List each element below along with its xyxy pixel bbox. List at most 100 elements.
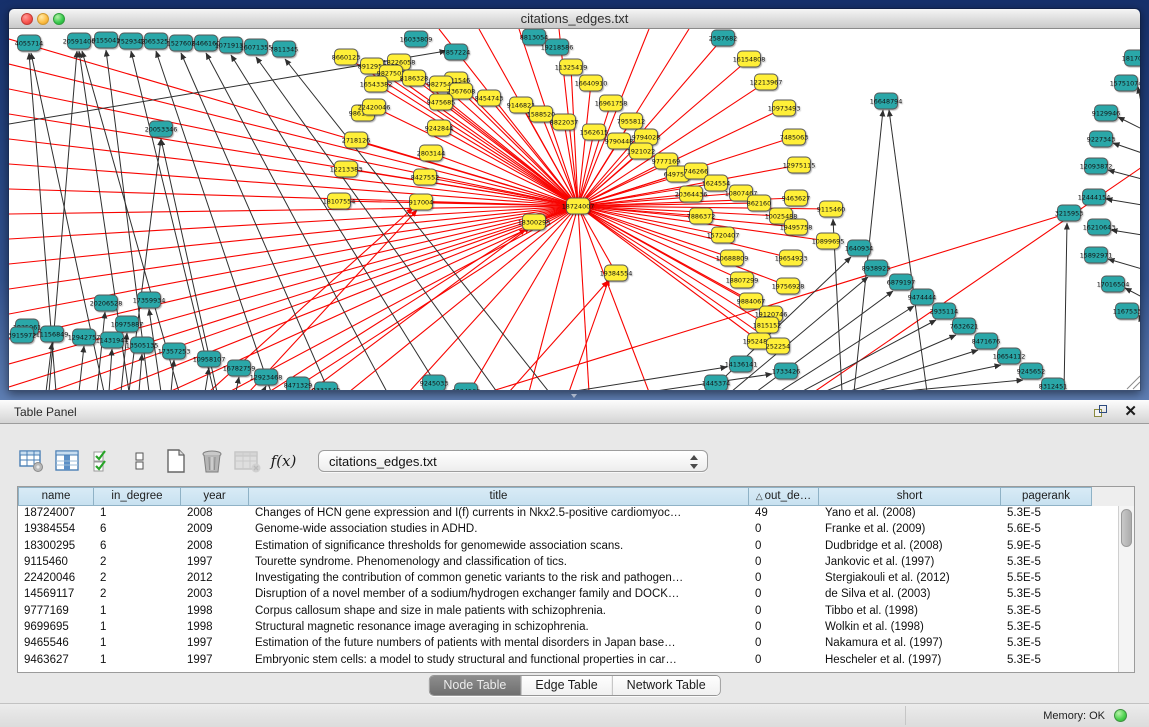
graph-node[interactable]: 16640910	[575, 75, 608, 91]
graph-node[interactable]: 12093872	[1080, 158, 1113, 174]
show-columns-icon[interactable]	[54, 448, 81, 475]
graph-node[interactable]: 8186328	[400, 70, 428, 86]
resize-grip-icon[interactable]	[1127, 376, 1140, 389]
graph-node[interactable]: 13505135	[126, 337, 159, 353]
graph-node[interactable]: 12975115	[783, 157, 816, 173]
graph-node[interactable]: 16543382	[360, 76, 393, 92]
graph-node[interactable]: 9245033	[420, 375, 448, 390]
column-header-name[interactable]: name	[18, 487, 94, 506]
graph-node[interactable]: 16210643	[1083, 219, 1116, 235]
graph-node[interactable]: 252254	[766, 338, 790, 354]
graph-node[interactable]: 9242844	[425, 120, 453, 136]
graph-node[interactable]: 16033809	[400, 31, 433, 47]
graph-node[interactable]: 8938923	[862, 260, 890, 276]
graph-node[interactable]: 22420046	[358, 99, 391, 115]
graph-node[interactable]: 6879197	[887, 274, 915, 290]
graph-node[interactable]: 746266	[684, 163, 708, 179]
graph-node[interactable]: 16648794	[870, 93, 903, 109]
graph-node[interactable]: 1445374	[702, 375, 730, 390]
table-row[interactable]: 2242004622012Investigating the contribut…	[18, 571, 1118, 587]
table-row[interactable]: 1830029562008Estimation of significance …	[18, 539, 1118, 555]
graph-node[interactable]: 19654923	[775, 250, 808, 266]
graph-node[interactable]: 15751074	[1110, 75, 1140, 91]
graph-node[interactable]: 7886372	[687, 208, 715, 224]
graph-node[interactable]: 20053346	[145, 121, 178, 137]
table-row[interactable]: 969969511998Structural magnetic resonanc…	[18, 620, 1118, 636]
graph-node[interactable]: 9463627	[782, 190, 810, 206]
graph-node[interactable]: 7811345	[270, 41, 298, 57]
graph-node[interactable]: 9331542	[312, 382, 340, 390]
column-header-title[interactable]: title	[249, 487, 749, 506]
graph-node[interactable]: 18807299	[726, 272, 759, 288]
graph-node[interactable]: 18107554	[323, 193, 356, 209]
graph-node[interactable]: 9475685	[427, 94, 455, 110]
table-row[interactable]: 1456911722003Disruption of a novel membe…	[18, 587, 1118, 603]
network-canvas[interactable]: 4055714205914069155041752934210653257152…	[9, 29, 1140, 390]
graph-node[interactable]: 7857224	[442, 44, 470, 60]
graph-node[interactable]: 9129946	[1092, 105, 1120, 121]
graph-node[interactable]: 1817054	[1122, 50, 1140, 66]
graph-node[interactable]: 2587682	[709, 30, 737, 46]
table-row[interactable]: 1872400712008Changes of HCN gene express…	[18, 506, 1118, 522]
graph-node[interactable]: 19218586	[541, 39, 574, 55]
row-options-icon[interactable]	[126, 448, 153, 475]
graph-node[interactable]: 8660123	[332, 49, 360, 65]
graph-node[interactable]: 917004	[409, 194, 433, 210]
column-header-out_de[interactable]: △out_de…	[749, 487, 819, 506]
graph-node[interactable]: 10958107	[193, 351, 226, 367]
graph-node[interactable]: 862160	[747, 195, 771, 211]
graph-node[interactable]: 8471329	[284, 377, 312, 390]
graph-node[interactable]: 20364436	[675, 186, 708, 202]
graph-node[interactable]: 9474444	[908, 289, 936, 305]
graph-node[interactable]: 15892971	[1080, 247, 1113, 263]
graph-node[interactable]: 12923468	[250, 369, 283, 385]
table-row[interactable]: 1938455462009Genome-wide association stu…	[18, 522, 1118, 538]
column-header-short[interactable]: short	[819, 487, 1001, 506]
column-header-in_degree[interactable]: in_degree	[94, 487, 181, 506]
graph-node[interactable]: 17359934	[133, 292, 166, 308]
graph-node[interactable]: 16154808	[733, 51, 766, 67]
graph-node[interactable]: 2935114	[930, 303, 958, 319]
graph-node[interactable]: 9115460	[817, 201, 845, 217]
graph-node[interactable]: 18724007	[562, 198, 595, 214]
graph-node[interactable]: 1733426	[772, 363, 800, 379]
graph-node[interactable]: 4055714	[15, 35, 43, 51]
table-row[interactable]: 946554611997Estimation of the future num…	[18, 636, 1118, 652]
graph-node[interactable]: 18300295	[518, 214, 551, 230]
delete-columns-trash-icon[interactable]	[198, 448, 225, 475]
graph-node[interactable]: 1815152	[753, 317, 781, 333]
graph-node[interactable]: 10688809	[716, 250, 749, 266]
create-new-column-icon[interactable]	[162, 448, 189, 475]
graph-node[interactable]: 20206528	[90, 295, 123, 311]
graph-node[interactable]: 8427552	[411, 169, 439, 185]
graph-node[interactable]: 7955812	[617, 113, 645, 129]
graph-node[interactable]: 8822037	[550, 114, 578, 130]
table-settings-icon[interactable]	[18, 448, 45, 475]
graph-node[interactable]: 19756928	[772, 278, 805, 294]
graph-node[interactable]: 7632621	[950, 318, 978, 334]
tab-edge-table[interactable]: Edge Table	[520, 676, 611, 695]
graph-node[interactable]: 1167533	[1113, 303, 1140, 319]
graph-node[interactable]: 7485063	[780, 129, 808, 145]
graph-node[interactable]: 15720407	[707, 227, 740, 243]
tab-node-table[interactable]: Node Table	[429, 676, 520, 695]
table-row[interactable]: 977716911998Corpus callosum shape and si…	[18, 604, 1118, 620]
graph-node[interactable]: 3915972	[9, 327, 36, 343]
graph-node[interactable]: 1924563	[452, 383, 480, 390]
graph-node[interactable]: 1640934	[845, 240, 873, 256]
graph-node[interactable]: 12213967	[750, 74, 783, 90]
graph-node[interactable]: 8471676	[972, 333, 1000, 349]
scrollbar-thumb[interactable]	[1121, 509, 1132, 547]
graph-node[interactable]: 10975887	[111, 316, 144, 332]
graph-node[interactable]: 8312451	[1039, 378, 1067, 390]
graph-node[interactable]: 9245652	[1017, 363, 1045, 379]
graph-node[interactable]: 16071355	[240, 39, 273, 55]
column-header-pagerank[interactable]: pagerank	[1001, 487, 1092, 506]
function-builder-icon[interactable]: f(x)	[270, 448, 297, 475]
window-titlebar[interactable]: citations_edges.txt	[9, 9, 1140, 29]
graph-node[interactable]: 12444154	[1078, 189, 1111, 205]
table-row[interactable]: 911546021997Tourette syndrome. Phenomeno…	[18, 555, 1118, 571]
graph-node[interactable]: 10973493	[768, 100, 801, 116]
graph-node[interactable]: 8454743	[475, 90, 503, 106]
graph-node[interactable]: 19495758	[780, 219, 813, 235]
